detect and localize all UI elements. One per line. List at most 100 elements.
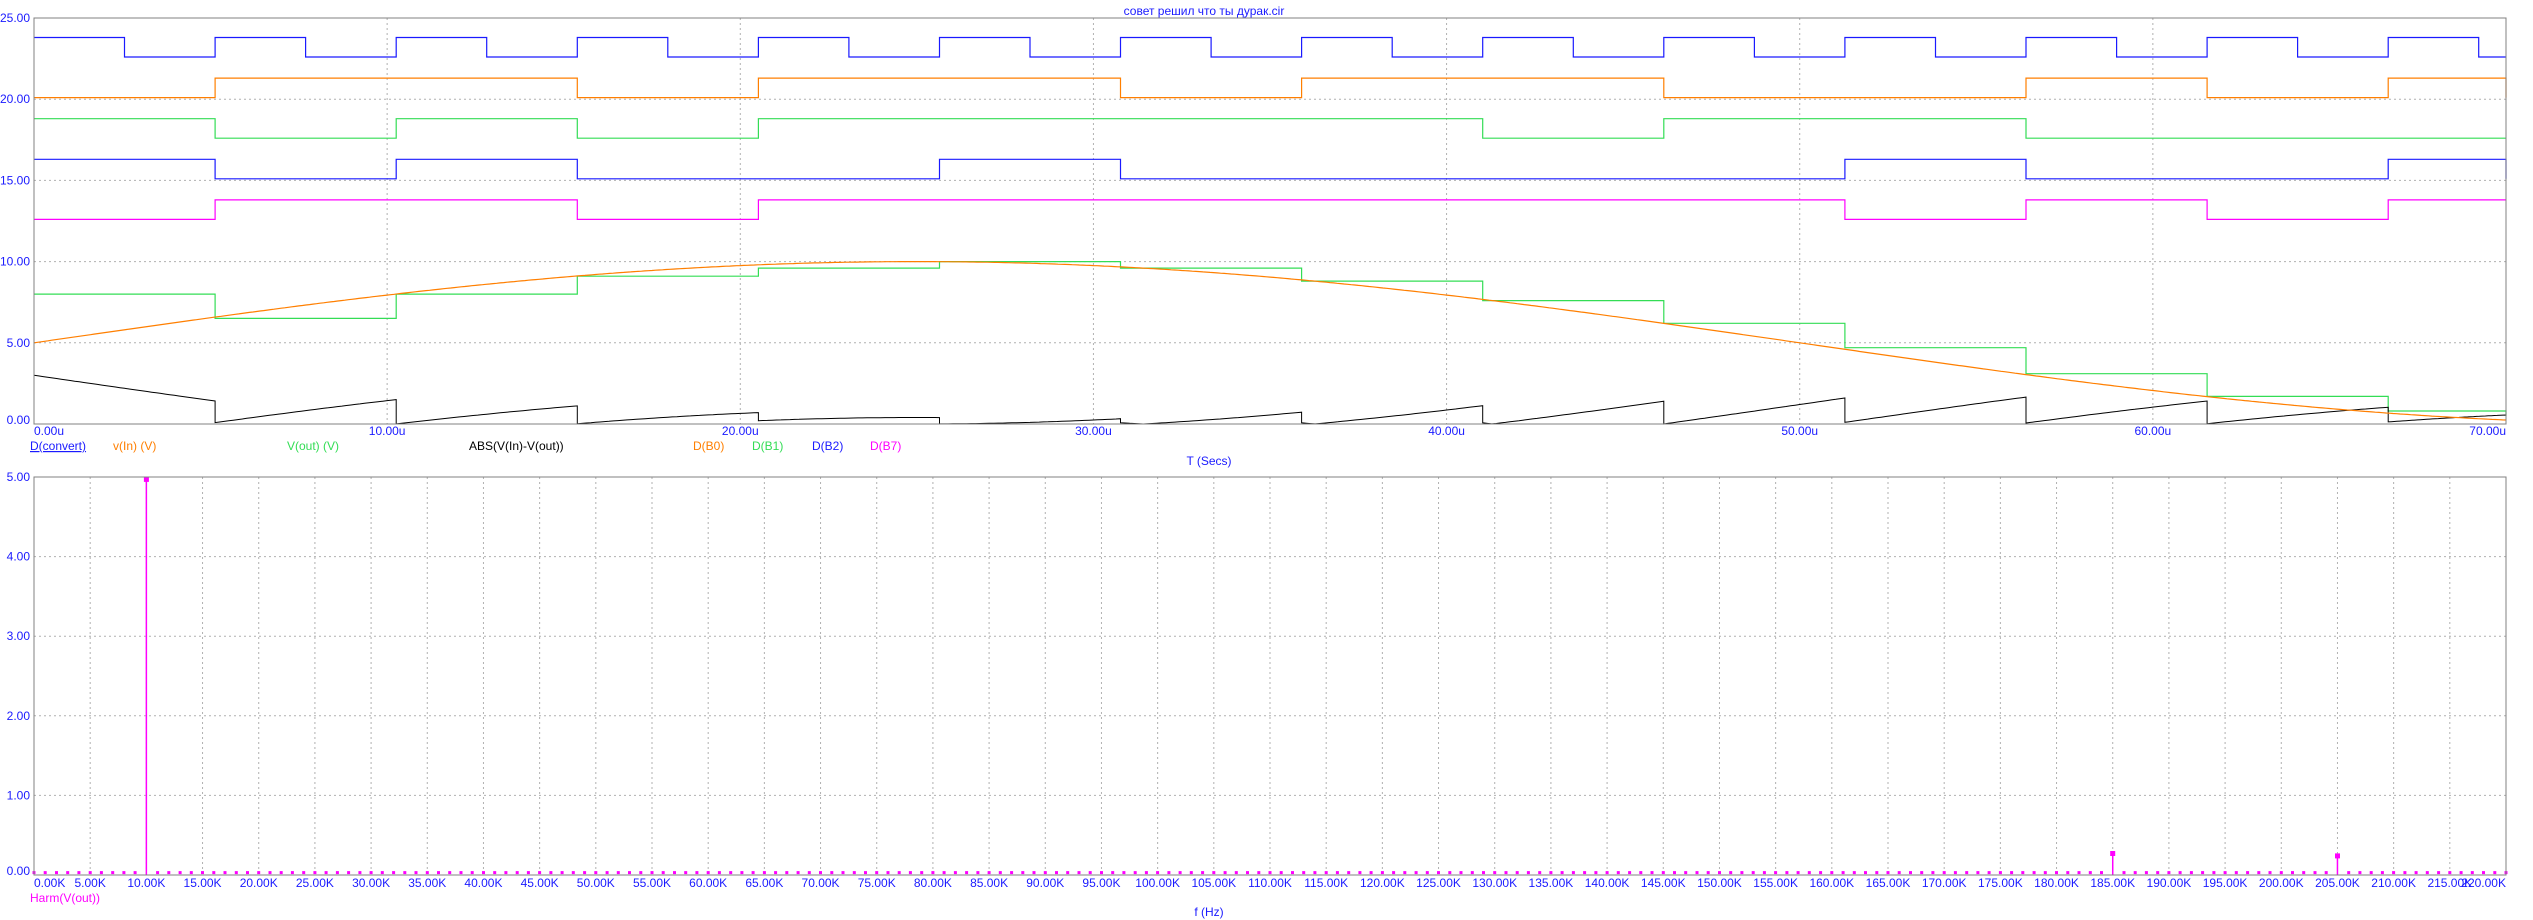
- x-tick-label: 125.00K: [1416, 876, 1461, 890]
- harmonic-floor-marker: [650, 871, 654, 875]
- harmonic-floor-marker: [1852, 871, 1856, 875]
- harmonic-floor-marker: [1560, 871, 1564, 875]
- x-tick-label: 20.00K: [240, 876, 278, 890]
- harmonic-floor-marker: [1055, 871, 1058, 875]
- y-tick-label: 25.00: [0, 11, 30, 25]
- harmonic-floor-marker: [122, 871, 126, 875]
- harmonic-floor-marker: [897, 871, 901, 875]
- harmonic-floor-marker: [987, 871, 991, 875]
- harmonic-floor-marker: [2066, 871, 2070, 875]
- harmonic-floor-marker: [1571, 871, 1575, 875]
- harmonic-floor-marker: [1987, 871, 1991, 875]
- harmonic-floor-marker: [1718, 871, 1721, 875]
- harmonic-peak-marker: [143, 476, 149, 482]
- x-tick-label: 140.00K: [1585, 876, 1630, 890]
- y-tick-label: 0.00: [7, 864, 31, 878]
- harmonic-floor-marker: [380, 871, 384, 875]
- harmonic-floor-marker: [830, 871, 834, 875]
- legend-vout: V(out) (V): [287, 439, 339, 453]
- harmonic-floor-marker: [482, 871, 485, 875]
- harmonic-floor-marker: [1324, 871, 1328, 875]
- harmonic-floor-marker: [1504, 871, 1508, 875]
- x-tick-label: 30.00u: [1075, 424, 1112, 438]
- harmonic-floor-marker: [515, 871, 519, 875]
- x-tick-label: 130.00K: [1472, 876, 1517, 890]
- harmonic-bars: [32, 476, 2508, 875]
- x-tick-label: 155.00K: [1753, 876, 1798, 890]
- harmonic-floor-marker: [1538, 871, 1542, 875]
- harmonic-floor-marker: [1740, 871, 1744, 875]
- harmonic-floor-marker: [2156, 871, 2160, 875]
- harmonic-floor-marker: [279, 871, 283, 875]
- x-tick-label: 35.00K: [408, 876, 446, 890]
- harmonic-floor-marker: [414, 871, 418, 875]
- harmonic-plot-frame: [33, 476, 2507, 876]
- harmonic-floor-marker: [347, 871, 351, 875]
- x-tick-label: 5.00K: [75, 876, 106, 890]
- harmonic-floor-marker: [931, 871, 935, 875]
- harmonic-floor-marker: [1459, 871, 1463, 875]
- harmonic-floor-marker: [920, 871, 924, 875]
- x-tick-label: 15.00K: [184, 876, 222, 890]
- harmonic-floor-marker: [1178, 871, 1182, 875]
- harmonic-floor-marker: [819, 871, 822, 875]
- legend-d-b7: D(B7): [870, 439, 901, 453]
- harmonic-floor-marker: [2448, 871, 2452, 875]
- y-tick-label: 10.00: [0, 255, 30, 269]
- harmonic-floor-marker: [66, 871, 70, 875]
- harmonic-floor-marker: [43, 871, 47, 875]
- harmonic-floor-marker: [1953, 871, 1957, 875]
- harmonic-floor-marker: [246, 871, 249, 875]
- harmonic-floor-marker: [1189, 871, 1193, 875]
- harmonic-tick-labels: 0.00K 5.00K 10.00K 15.00K 20.00K 25.00K 30.00K…: [7, 470, 2506, 890]
- harmonic-floor-marker: [335, 871, 339, 875]
- harmonic-floor-marker: [1785, 871, 1789, 875]
- legend-vin: v(In) (V): [113, 439, 156, 453]
- harmonic-floor-marker: [1010, 871, 1014, 875]
- x-tick-label: 20.00u: [722, 424, 759, 438]
- harmonic-floor-marker: [886, 871, 890, 875]
- harmonic-x-axis-label: f (Hz): [1194, 905, 1223, 919]
- harmonic-floor-marker: [661, 871, 665, 875]
- harmonic-floor-marker: [1605, 871, 1609, 875]
- harmonic-floor-marker: [1425, 871, 1429, 875]
- x-tick-label: 210.00K: [2371, 876, 2416, 890]
- harmonic-floor-marker: [1482, 871, 1485, 875]
- trace-d-convert: [34, 36, 2506, 58]
- harmonic-floor-marker: [1156, 871, 1160, 875]
- harmonic-floor-marker: [2268, 871, 2272, 875]
- x-tick-label: 200.00K: [2259, 876, 2304, 890]
- harmonic-floor-marker: [425, 871, 429, 875]
- x-tick-label: 175.00K: [1978, 876, 2023, 890]
- harmonic-floor-marker: [2392, 871, 2396, 875]
- trace-vout: [34, 261, 2507, 416]
- harmonic-floor-marker: [2425, 871, 2429, 875]
- harmonic-floor-marker: [1246, 871, 1249, 875]
- x-tick-label: 85.00K: [970, 876, 1008, 890]
- harmonic-floor-marker: [358, 871, 362, 875]
- x-tick-label: 220.00K: [2461, 876, 2506, 890]
- harmonic-floor-marker: [841, 871, 845, 875]
- harmonic-floor-marker: [1313, 871, 1317, 875]
- x-tick-label: 90.00K: [1026, 876, 1064, 890]
- harmonic-floor-marker: [55, 871, 58, 875]
- harmonic-floor-marker: [807, 871, 811, 875]
- transient-panel: 0.00u 10.00u 20.00u 30.00u 40.00u 50.00u 60.00…: [0, 11, 2507, 468]
- harmonic-floor-marker: [953, 871, 957, 875]
- harmonic-floor-marker: [1976, 871, 1980, 875]
- harmonic-floor-marker: [1302, 871, 1306, 875]
- harmonic-floor-marker: [1291, 871, 1294, 875]
- y-tick-label: 3.00: [7, 629, 31, 643]
- x-tick-label: 110.00K: [1248, 876, 1292, 890]
- harmonic-floor-marker: [1650, 871, 1654, 875]
- harmonic-floor-marker: [2493, 871, 2497, 875]
- x-tick-label: 60.00u: [2135, 424, 2172, 438]
- harmonic-floor-marker: [2010, 871, 2014, 875]
- harmonic-floor-marker: [369, 871, 373, 875]
- legend-abs: ABS(V(In)-V(out)): [469, 439, 564, 453]
- harmonic-panel: 0.00K 5.00K 10.00K 15.00K 20.00K 25.00K 30.00K…: [7, 470, 2508, 919]
- x-tick-label: 190.00K: [2147, 876, 2192, 890]
- harmonic-floor-marker: [189, 871, 193, 875]
- harmonic-floor-marker: [976, 871, 980, 875]
- harmonic-floor-marker: [212, 871, 216, 875]
